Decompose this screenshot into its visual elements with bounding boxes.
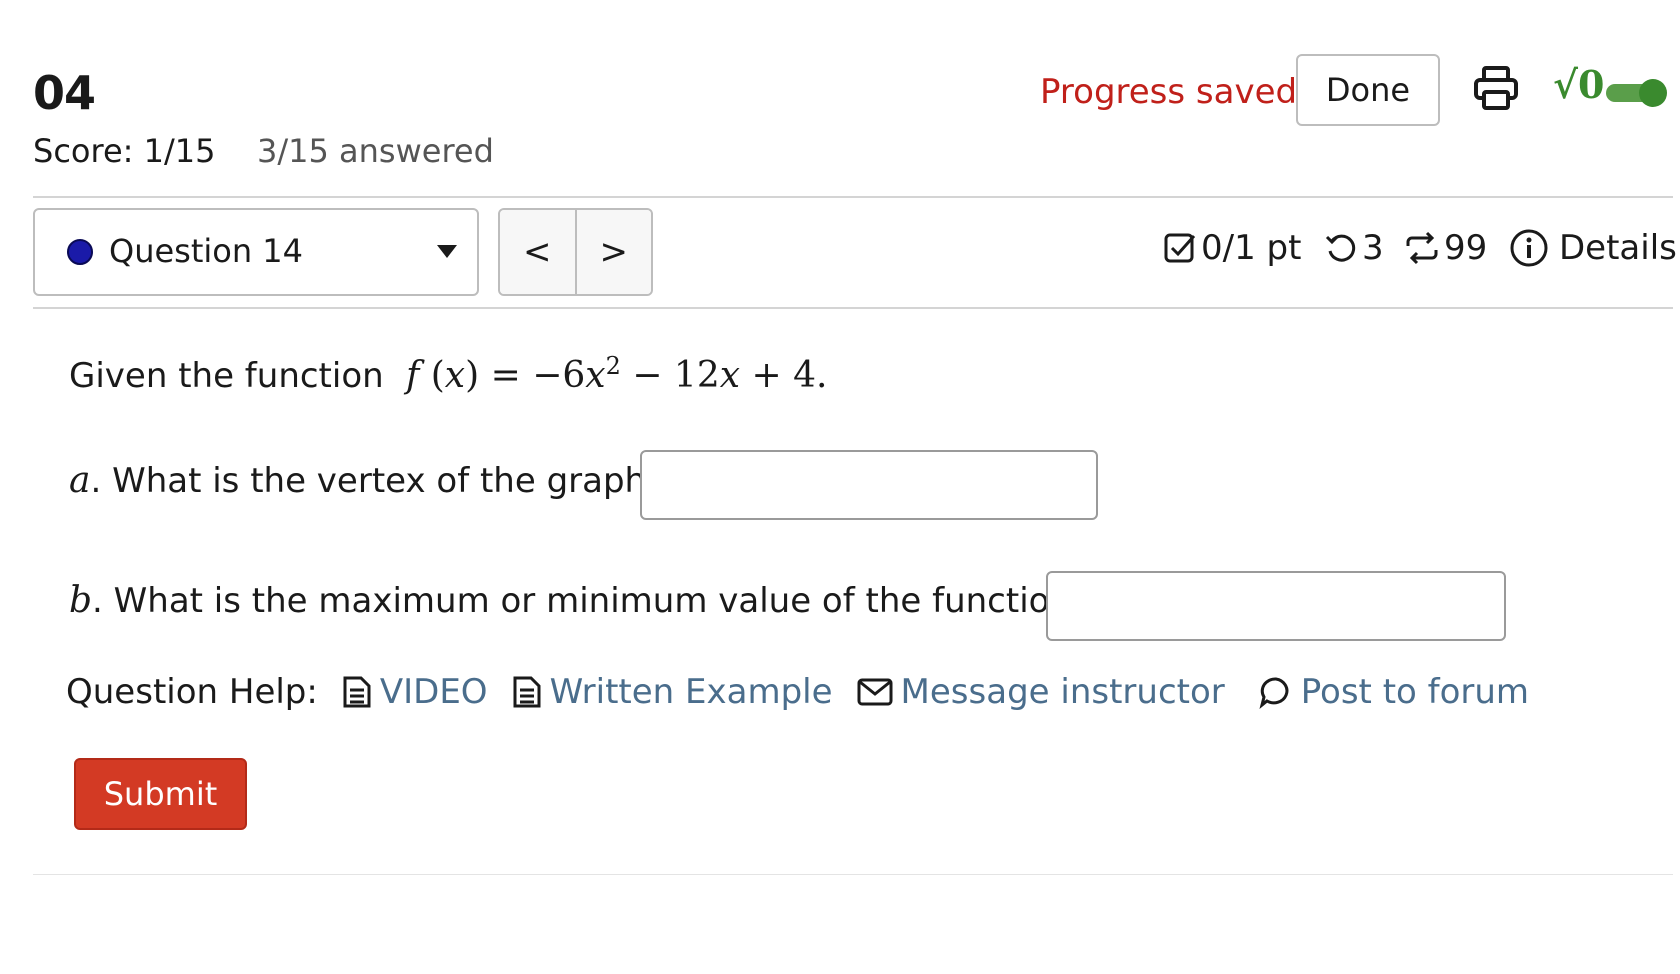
part-a-label: a. What is the vertex of the graph?	[69, 460, 664, 501]
divider	[33, 196, 1673, 198]
video-link[interactable]: VIDEO	[342, 672, 488, 712]
message-instructor-label: Message instructor	[900, 672, 1225, 712]
previous-question-button[interactable]: <	[500, 210, 575, 294]
max-min-value-input[interactable]	[1046, 571, 1506, 641]
submissions-count: 99	[1444, 228, 1488, 268]
post-to-forum-label: Post to forum	[1300, 672, 1530, 712]
function-equation: f (x) = −6x2 − 12x + 4.	[405, 352, 828, 396]
points-text: 0/1 pt	[1201, 228, 1302, 268]
math-entry-icon[interactable]: √0	[1553, 62, 1604, 107]
video-link-label: VIDEO	[379, 672, 488, 712]
assignment-title: 04	[33, 66, 96, 120]
divider	[33, 874, 1673, 875]
done-button[interactable]: Done	[1296, 54, 1440, 126]
question-select-label: Question 14	[109, 232, 304, 270]
submissions-indicator: 99	[1404, 228, 1487, 268]
written-example-link[interactable]: Written Example	[512, 672, 833, 712]
retries-count: 3	[1362, 228, 1384, 268]
envelope-icon	[857, 678, 893, 706]
question-status-dot	[67, 239, 93, 265]
details-button[interactable]: Details	[1509, 228, 1677, 268]
message-instructor-link[interactable]: Message instructor	[857, 672, 1225, 712]
part-b-text: . What is the maximum or minimum value o…	[92, 581, 1090, 621]
question-help: Question Help: VIDEO Written Example Mes…	[66, 672, 1529, 712]
next-question-button[interactable]: >	[574, 210, 651, 294]
points-indicator: 0/1 pt	[1163, 228, 1301, 268]
part-b-letter: b	[69, 580, 93, 621]
print-icon[interactable]	[1472, 64, 1520, 112]
question-intro: Given the function	[69, 356, 384, 396]
score-text: Score: 1/15	[33, 132, 216, 170]
question-nav: < >	[498, 208, 653, 296]
part-a-letter: a	[69, 460, 91, 501]
checkbox-icon	[1164, 233, 1196, 263]
vertex-input[interactable]	[640, 450, 1098, 520]
math-entry-toggle[interactable]	[1606, 78, 1668, 108]
part-a-text: . What is the vertex of the graph?	[90, 461, 665, 501]
question-select[interactable]: Question 14	[33, 208, 479, 296]
part-b-label: b. What is the maximum or minimum value …	[69, 580, 1089, 621]
details-label: Details	[1559, 228, 1677, 268]
progress-status: Progress saved	[1040, 72, 1298, 112]
retries-indicator: 3	[1324, 228, 1384, 268]
info-icon	[1510, 229, 1548, 267]
retry-icon	[1325, 234, 1356, 262]
repeat-icon	[1406, 231, 1438, 265]
written-example-label: Written Example	[549, 672, 833, 712]
post-to-forum-link[interactable]: Post to forum	[1259, 672, 1529, 712]
question-help-label: Question Help:	[66, 672, 318, 712]
speech-bubble-icon	[1259, 677, 1289, 709]
document-icon	[343, 676, 371, 708]
document-icon	[513, 676, 541, 708]
chevron-down-icon	[437, 245, 457, 258]
question-prompt: Given the function f (x) = −6x2 − 12x + …	[69, 352, 827, 396]
submit-button[interactable]: Submit	[74, 758, 247, 830]
divider	[33, 307, 1673, 309]
answered-count: 3/15 answered	[257, 132, 494, 170]
